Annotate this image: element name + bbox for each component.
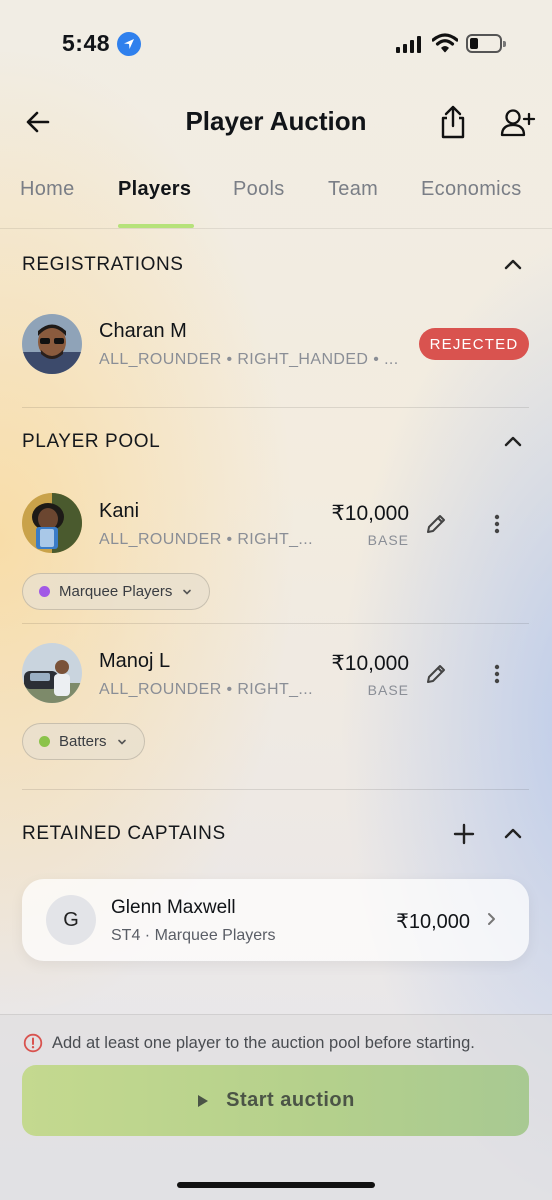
avatar bbox=[22, 314, 82, 374]
edit-button[interactable] bbox=[425, 663, 447, 690]
chevron-down-icon bbox=[183, 589, 192, 595]
pool-label: Batters bbox=[59, 733, 107, 750]
status-badge: REJECTED bbox=[419, 328, 529, 360]
pool-dropdown[interactable]: Batters bbox=[22, 723, 145, 760]
player-meta: ALL_ROUNDER • RIGHT_... bbox=[99, 681, 313, 698]
list-item[interactable] bbox=[22, 314, 82, 374]
tab-players[interactable]: Players bbox=[118, 178, 191, 201]
more-vertical-icon bbox=[494, 514, 500, 534]
section-divider bbox=[22, 407, 529, 408]
tab-team[interactable]: Team bbox=[328, 178, 378, 201]
user-plus-icon bbox=[500, 109, 536, 137]
registrations-collapse-button[interactable] bbox=[502, 254, 524, 281]
section-divider bbox=[22, 789, 529, 790]
start-auction-button[interactable]: Start auction bbox=[22, 1065, 529, 1136]
retained-captains-collapse-button[interactable] bbox=[502, 823, 524, 850]
tab-bar: Home Players Pools Team Economics bbox=[0, 178, 552, 228]
pencil-icon bbox=[427, 665, 445, 683]
share-button[interactable] bbox=[438, 104, 468, 145]
player-name: Kani bbox=[99, 500, 140, 522]
cellular-signal-icon bbox=[396, 36, 421, 53]
player-price: ₹10,000 bbox=[331, 652, 409, 675]
chevron-up-icon bbox=[504, 828, 522, 839]
tab-divider bbox=[0, 228, 552, 229]
captain-card[interactable]: G Glenn Maxwell ST4 · Marquee Players ₹1… bbox=[22, 879, 529, 961]
add-captain-button[interactable] bbox=[452, 822, 476, 851]
tab-economics[interactable]: Economics bbox=[421, 178, 522, 201]
tab-home[interactable]: Home bbox=[20, 178, 75, 201]
pool-color-dot bbox=[39, 586, 50, 597]
home-indicator bbox=[177, 1182, 375, 1188]
location-icon bbox=[117, 32, 141, 56]
registrations-title: REGISTRATIONS bbox=[22, 254, 184, 275]
warning-message: Add at least one player to the auction p… bbox=[52, 1034, 475, 1052]
retained-captains-title: RETAINED CAPTAINS bbox=[22, 823, 226, 844]
wifi-icon bbox=[431, 33, 459, 58]
player-pool-title: PLAYER POOL bbox=[22, 431, 161, 452]
price-label: BASE bbox=[367, 532, 409, 548]
more-vertical-icon bbox=[494, 664, 500, 684]
registration-meta: ALL_ROUNDER • RIGHT_HANDED • ... bbox=[99, 351, 399, 368]
tab-pools[interactable]: Pools bbox=[233, 178, 285, 201]
player-price: ₹10,000 bbox=[331, 502, 409, 525]
page-title: Player Auction bbox=[185, 106, 367, 136]
captain-price: ₹10,000 bbox=[396, 911, 470, 933]
pool-label: Marquee Players bbox=[59, 583, 173, 600]
pencil-icon bbox=[427, 515, 445, 533]
player-name: Manoj L bbox=[99, 650, 171, 672]
pool-dropdown[interactable]: Marquee Players bbox=[22, 573, 211, 610]
captain-meta: ST4 · Marquee Players bbox=[111, 927, 276, 944]
status-time: 5:48 bbox=[62, 30, 111, 56]
share-icon bbox=[441, 105, 465, 139]
alert-icon bbox=[23, 1033, 43, 1058]
play-icon bbox=[198, 1094, 209, 1107]
chevron-up-icon bbox=[504, 259, 522, 270]
avatar bbox=[22, 493, 82, 553]
add-user-button[interactable] bbox=[500, 108, 536, 143]
player-pool-collapse-button[interactable] bbox=[502, 431, 524, 458]
chevron-right-icon bbox=[485, 911, 499, 932]
player-meta: ALL_ROUNDER • RIGHT_... bbox=[99, 531, 313, 548]
plus-icon bbox=[453, 823, 475, 845]
captain-name: Glenn Maxwell bbox=[111, 897, 236, 918]
registration-name: Charan M bbox=[99, 320, 187, 342]
more-options-button[interactable] bbox=[487, 513, 507, 540]
battery-icon bbox=[466, 34, 506, 53]
price-label: BASE bbox=[367, 682, 409, 698]
start-auction-label: Start auction bbox=[226, 1089, 355, 1111]
pool-color-dot bbox=[39, 736, 50, 747]
more-options-button[interactable] bbox=[487, 663, 507, 690]
chevron-down-icon bbox=[117, 739, 126, 745]
avatar bbox=[22, 643, 82, 703]
chevron-up-icon bbox=[504, 436, 522, 447]
row-divider bbox=[22, 623, 529, 624]
edit-button[interactable] bbox=[425, 513, 447, 540]
avatar-initial: G bbox=[46, 895, 96, 945]
